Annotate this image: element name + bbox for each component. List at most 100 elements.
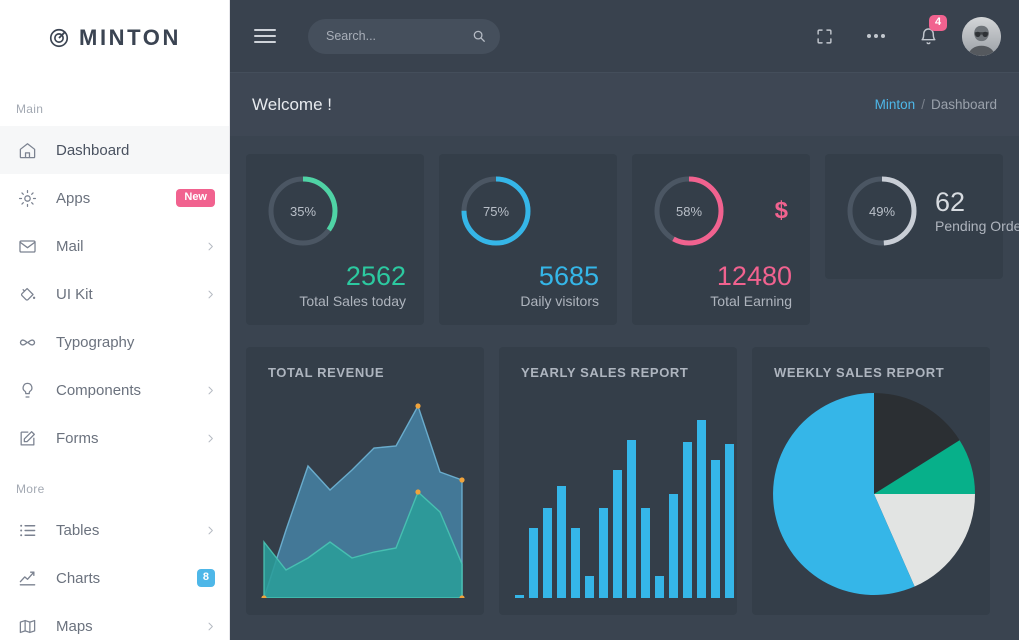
infinity-icon bbox=[16, 331, 38, 353]
stat-card-pending-orders[interactable]: 49% 62 Pending Orders bbox=[825, 154, 1019, 279]
paint-bucket-icon bbox=[16, 283, 38, 305]
chart-card-row: TOTAL REVENUE YEARLY SALES REPORT WEEKLY… bbox=[246, 347, 1019, 616]
sidebar-item-label: Dashboard bbox=[56, 141, 130, 159]
sidebar-item-label: Typography bbox=[56, 333, 135, 351]
topbar-actions: 4 bbox=[798, 0, 1001, 72]
fullscreen-icon[interactable] bbox=[798, 0, 850, 72]
breadcrumb-current: Dashboard bbox=[930, 97, 997, 112]
sidebar-item-label: Components bbox=[56, 381, 142, 399]
ring-percent-label: 49% bbox=[868, 203, 896, 219]
chart-title: YEARLY SALES REPORT bbox=[521, 365, 689, 381]
stat-card-bottom: 12480 Total Earning bbox=[650, 260, 792, 309]
badge-new: New bbox=[176, 189, 215, 207]
trending-up-icon bbox=[16, 567, 38, 589]
stat-card-side: 62 Pending Orders bbox=[935, 187, 1019, 234]
stat-card-top: 49% 62 Pending Orders bbox=[843, 172, 1019, 250]
chevron-right-icon bbox=[206, 242, 215, 251]
breadcrumb: Minton / Dashboard bbox=[875, 97, 997, 112]
stat-value: 62 bbox=[935, 187, 966, 218]
dots-glyph bbox=[867, 34, 885, 38]
stat-card-bottom: 2562 Total Sales today bbox=[264, 260, 406, 309]
sidebar-item-label: Apps bbox=[56, 189, 91, 207]
target-icon bbox=[48, 27, 70, 49]
sidebar-item-label: UI Kit bbox=[56, 285, 93, 303]
chart-title: WEEKLY SALES REPORT bbox=[774, 365, 945, 381]
chart-card-yearly-sales[interactable]: YEARLY SALES REPORT bbox=[499, 347, 737, 616]
airplay-icon bbox=[16, 187, 38, 209]
sidebar-item-label: Maps bbox=[56, 617, 93, 635]
chevron-right-icon bbox=[206, 290, 215, 299]
progress-ring-58: 58% bbox=[650, 172, 728, 250]
sidebar-item-ui-kit[interactable]: UI Kit bbox=[0, 270, 229, 318]
lightbulb-icon bbox=[16, 379, 38, 401]
sidebar-item-apps[interactable]: Apps New bbox=[0, 174, 229, 222]
sidebar-item-typography[interactable]: Typography bbox=[0, 318, 229, 366]
breadcrumb-separator: / bbox=[921, 97, 925, 112]
sidebar-item-label: Forms bbox=[56, 429, 99, 447]
sidebar-section-title-more: More bbox=[16, 482, 45, 496]
stat-card-row: 35% 2562 Total Sales today 75% 5685 Dail… bbox=[246, 154, 1019, 326]
sidebar: MINTON Main Dashboard Apps New Mail UI K… bbox=[0, 0, 230, 640]
pie-chart-weekly-sales bbox=[752, 386, 990, 598]
progress-ring-35: 35% bbox=[264, 172, 342, 250]
avatar[interactable] bbox=[962, 16, 1001, 56]
stat-card-top: 58% $ bbox=[650, 172, 792, 250]
sidebar-item-label: Mail bbox=[56, 237, 84, 255]
sidebar-item-label: Charts bbox=[56, 569, 101, 587]
edit-icon bbox=[16, 427, 38, 449]
app-root: MINTON Main Dashboard Apps New Mail UI K… bbox=[0, 0, 1019, 640]
area-chart-total-revenue bbox=[246, 386, 484, 599]
breadcrumb-link-minton[interactable]: Minton bbox=[875, 97, 916, 112]
stat-card-total-earning[interactable]: 58% $ 12480 Total Earning bbox=[632, 154, 810, 326]
stat-value: 2562 bbox=[345, 261, 406, 291]
stat-card-daily-visitors[interactable]: 75% 5685 Daily visitors bbox=[439, 154, 617, 326]
brand-name: MINTON bbox=[79, 25, 181, 50]
sidebar-item-mail[interactable]: Mail bbox=[0, 222, 229, 270]
chevron-right-icon bbox=[206, 622, 215, 631]
main-area: 4 bbox=[230, 0, 1019, 640]
progress-ring-49: 49% bbox=[843, 172, 921, 250]
notification-badge: 4 bbox=[929, 15, 948, 31]
stat-card-top: 35% bbox=[264, 172, 406, 250]
list-icon bbox=[16, 519, 38, 541]
sidebar-item-forms[interactable]: Forms bbox=[0, 414, 229, 462]
stat-value: 12480 bbox=[716, 261, 792, 291]
chevron-right-icon bbox=[206, 434, 215, 443]
progress-ring-75: 75% bbox=[457, 172, 535, 250]
topbar: 4 bbox=[230, 0, 1019, 72]
badge-count: 8 bbox=[196, 569, 215, 587]
chevron-right-icon bbox=[206, 386, 215, 395]
sidebar-item-label: Tables bbox=[56, 521, 100, 539]
search-container bbox=[308, 18, 500, 54]
chart-title: TOTAL REVENUE bbox=[268, 365, 385, 381]
stat-card-bottom: 5685 Daily visitors bbox=[457, 260, 599, 309]
welcome-bar: Welcome ! Minton / Dashboard bbox=[230, 72, 1019, 136]
currency-symbol: $ bbox=[774, 197, 788, 224]
map-icon bbox=[16, 615, 38, 637]
ring-percent-label: 75% bbox=[482, 203, 510, 219]
stat-label: Pending Orders bbox=[935, 217, 1019, 234]
stat-card-top: 75% bbox=[457, 172, 599, 250]
sidebar-item-components[interactable]: Components bbox=[0, 366, 229, 414]
bar-chart-yearly-sales bbox=[499, 386, 737, 599]
user-avatar-image bbox=[962, 16, 1001, 56]
search-icon[interactable] bbox=[472, 29, 486, 43]
three-dots-icon[interactable] bbox=[850, 0, 902, 72]
hamburger-icon[interactable] bbox=[254, 25, 276, 47]
chart-card-total-revenue[interactable]: TOTAL REVENUE bbox=[246, 347, 484, 616]
ring-percent-label: 35% bbox=[289, 203, 317, 219]
sidebar-item-maps[interactable]: Maps bbox=[0, 602, 229, 640]
stat-label: Daily visitors bbox=[520, 293, 599, 310]
dashboard-content: 35% 2562 Total Sales today 75% 5685 Dail… bbox=[230, 136, 1019, 616]
sidebar-item-dashboard[interactable]: Dashboard bbox=[0, 126, 229, 174]
stat-label: Total Earning bbox=[710, 293, 792, 310]
brand-logo[interactable]: MINTON bbox=[0, 0, 229, 72]
mail-icon bbox=[16, 235, 38, 257]
sidebar-item-tables[interactable]: Tables bbox=[0, 506, 229, 554]
notifications-button[interactable]: 4 bbox=[902, 0, 954, 72]
chevron-right-icon bbox=[206, 526, 215, 535]
sidebar-item-charts[interactable]: Charts 8 bbox=[0, 554, 229, 602]
sidebar-section-title-main: Main bbox=[16, 102, 44, 116]
chart-card-weekly-sales[interactable]: WEEKLY SALES REPORT bbox=[752, 347, 990, 616]
stat-card-total-sales[interactable]: 35% 2562 Total Sales today bbox=[246, 154, 424, 326]
